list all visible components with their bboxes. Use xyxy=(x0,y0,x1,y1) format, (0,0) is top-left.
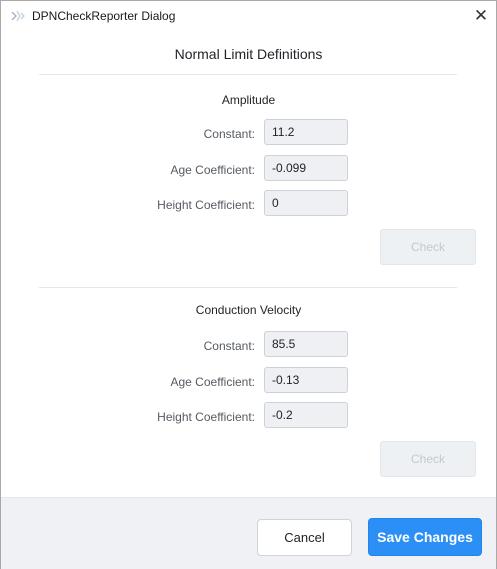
cancel-button[interactable]: Cancel xyxy=(257,519,352,556)
conduction-height-coefficient-label: Height Coefficient: xyxy=(157,410,255,424)
conduction-height-coefficient-input[interactable] xyxy=(264,402,348,428)
dialog-footer: Cancel Save Changes xyxy=(1,497,496,569)
amplitude-constant-input[interactable] xyxy=(264,119,348,145)
app-logo-icon xyxy=(11,10,25,22)
page-title: Normal Limit Definitions xyxy=(174,46,323,62)
section-divider xyxy=(39,287,457,288)
conduction-constant-label: Constant: xyxy=(203,339,255,353)
conduction-check-button[interactable]: Check xyxy=(380,441,476,477)
close-icon: ✕ xyxy=(473,6,489,25)
conduction-age-coefficient-label: Age Coefficient: xyxy=(170,375,256,389)
amplitude-constant-label: Constant: xyxy=(203,127,255,141)
amplitude-age-coefficient-input[interactable] xyxy=(264,155,348,181)
amplitude-age-coefficient-label: Age Coefficient: xyxy=(170,163,256,177)
amplitude-height-coefficient-input[interactable] xyxy=(264,190,348,216)
save-changes-button[interactable]: Save Changes xyxy=(368,518,482,556)
header-divider xyxy=(39,74,457,75)
amplitude-check-button[interactable]: Check xyxy=(380,229,476,265)
title-bar: DPNCheckReporter Dialog ✕ xyxy=(1,1,496,31)
conduction-age-coefficient-input[interactable] xyxy=(264,367,348,393)
conduction-velocity-section-title: Conduction Velocity xyxy=(195,303,302,317)
amplitude-section-title: Amplitude xyxy=(221,93,276,107)
dialog-window: DPNCheckReporter Dialog ✕ Normal Limit D… xyxy=(0,0,497,569)
close-button[interactable]: ✕ xyxy=(470,5,492,27)
amplitude-height-coefficient-label: Height Coefficient: xyxy=(157,198,255,212)
window-title: DPNCheckReporter Dialog xyxy=(32,9,176,23)
conduction-constant-input[interactable] xyxy=(264,331,348,357)
